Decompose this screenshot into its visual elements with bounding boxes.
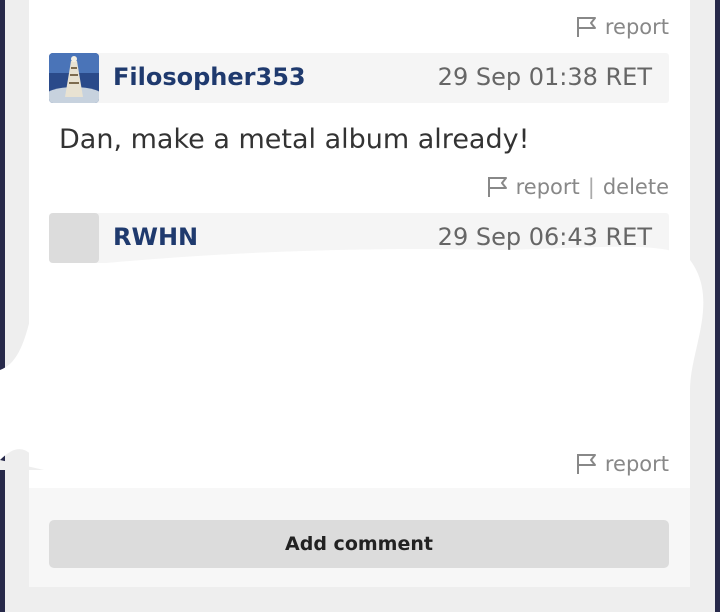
report-link[interactable]: report	[575, 13, 669, 41]
comment-body: Dan, make a metal album already!	[59, 124, 530, 155]
redaction-overlay	[0, 246, 704, 470]
report-label: report	[604, 452, 669, 476]
comment-header: Filosopher353 29 Sep 01:38 RET	[49, 53, 669, 103]
comment-actions: report | delete	[486, 173, 669, 201]
author-name[interactable]: Filosopher353	[113, 63, 306, 91]
add-comment-button[interactable]: Add comment	[49, 520, 669, 568]
flag-icon	[576, 17, 596, 37]
comment-timestamp: 29 Sep 01:38 RET	[437, 63, 652, 91]
flag-icon	[576, 454, 596, 474]
report-label: report	[604, 15, 669, 39]
report-link[interactable]: report	[516, 175, 580, 199]
action-separator: |	[587, 175, 595, 199]
report-link[interactable]: report	[575, 450, 669, 478]
avatar[interactable]	[49, 53, 99, 103]
delete-link[interactable]: delete	[603, 175, 669, 199]
flag-icon	[487, 177, 507, 197]
